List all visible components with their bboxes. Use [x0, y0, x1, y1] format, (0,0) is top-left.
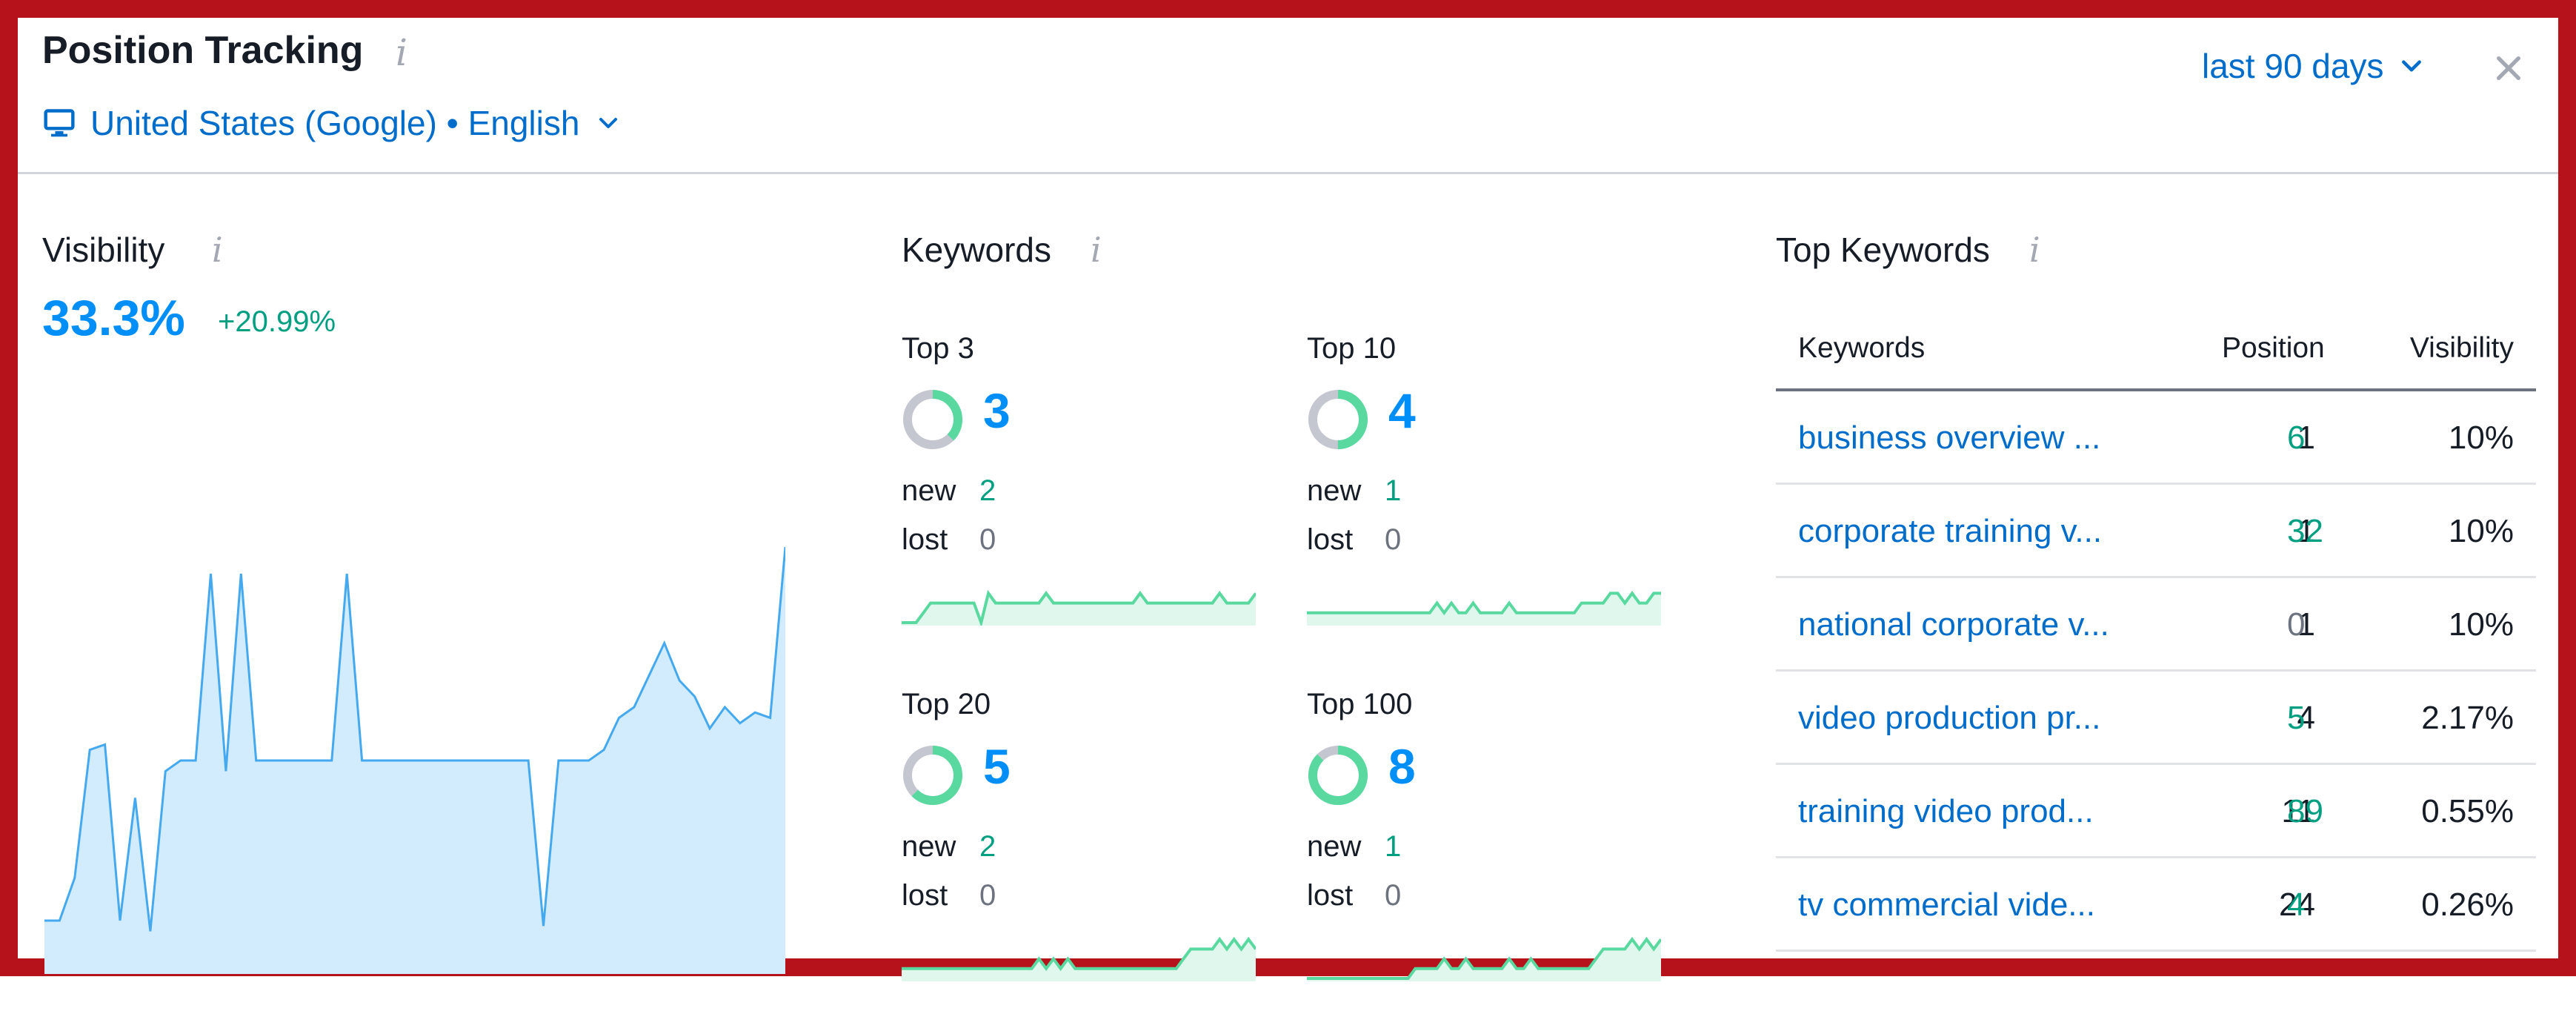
new-value: 1	[1385, 474, 1402, 507]
location-label: United States (Google) • English	[90, 104, 580, 142]
keyword-visibility: 0.26%	[2421, 887, 2514, 923]
table-row: corporate training v... 1 32 10%	[1776, 485, 2536, 578]
info-icon[interactable]: i	[212, 230, 223, 270]
new-label: new	[1307, 830, 1362, 863]
keyword-link[interactable]: video production pr...	[1798, 700, 2100, 737]
keyword-block-label: Top 20	[902, 688, 991, 720]
keyword-block-label: Top 10	[1307, 332, 1397, 365]
new-label: new	[902, 830, 956, 863]
keyword-visibility: 10%	[2448, 420, 2514, 456]
info-icon[interactable]: i	[2029, 230, 2040, 270]
keyword-visibility: 10%	[2448, 606, 2514, 643]
top-keywords-title: Top Keywords	[1776, 231, 1990, 269]
table-row: national corporate v... 1 0 10%	[1776, 578, 2536, 672]
donut-icon	[1308, 746, 1368, 805]
new-value: 1	[1385, 830, 1402, 863]
sparkline	[902, 589, 1256, 626]
lost-value: 0	[1385, 879, 1402, 912]
column-header-visibility[interactable]: Visibility	[2410, 332, 2514, 365]
table-header: Keywords Position Visibility	[1776, 322, 2536, 391]
column-header-position[interactable]: Position	[2222, 332, 2325, 365]
new-value: 2	[979, 830, 996, 863]
donut-icon	[903, 390, 962, 449]
lost-label: lost	[1307, 879, 1354, 912]
keyword-position-change: 32	[2287, 513, 2323, 549]
keyword-position-change: 89	[2287, 793, 2323, 829]
period-selector[interactable]: last 90 days	[2202, 46, 2423, 86]
keyword-position-change: 4	[2287, 887, 2306, 923]
table-row: training video prod... 11 89 0.55%	[1776, 765, 2536, 858]
widget-frame: Position Tracking i United States (Googl…	[0, 0, 2576, 981]
lost-label: lost	[902, 879, 948, 912]
sparkline	[902, 936, 1256, 981]
donut-icon	[1308, 390, 1368, 449]
visibility-chart[interactable]	[44, 440, 785, 974]
column-header-keywords[interactable]: Keywords	[1798, 332, 1925, 365]
keywords-title: Keywords	[902, 231, 1051, 269]
chevron-down-icon	[599, 118, 618, 128]
keyword-link[interactable]: training video prod...	[1798, 793, 2094, 830]
keyword-visibility: 2.17%	[2421, 700, 2514, 736]
sparkline	[1307, 591, 1661, 626]
lost-label: lost	[902, 523, 948, 556]
visibility-title: Visibility	[42, 231, 165, 269]
sparkline-area	[902, 593, 1256, 626]
keyword-visibility: 10%	[2448, 513, 2514, 549]
table-row: video production pr... 4 5 2.17%	[1776, 672, 2536, 765]
table-row: business overview ... 1 6 10%	[1776, 391, 2536, 485]
lost-value: 0	[979, 523, 996, 556]
keyword-link[interactable]: business overview ...	[1798, 420, 2100, 457]
widget-header: Position Tracking i United States (Googl…	[18, 18, 2558, 173]
lost-value: 0	[1385, 523, 1402, 556]
header-divider	[18, 172, 2558, 174]
location-selector[interactable]: United States (Google) • English	[43, 101, 619, 145]
new-label: new	[902, 474, 956, 507]
keyword-block-label: Top 3	[902, 332, 974, 365]
monitor-icon	[44, 109, 75, 137]
top-keywords-table: Keywords Position Visibility business ov…	[1776, 322, 2536, 952]
info-icon[interactable]: i	[1091, 230, 1102, 270]
widget-title: Position Tracking	[42, 29, 364, 72]
keyword-count: 5	[983, 739, 1011, 794]
keyword-block-top20[interactable]: Top 20 5 new 2 lost 0	[902, 688, 1272, 1014]
donut-fill	[1308, 746, 1368, 805]
visibility-delta: +20.99%	[218, 305, 336, 338]
period-label: last 90 days	[2202, 47, 2384, 85]
keyword-link[interactable]: tv commercial vide...	[1798, 887, 2095, 924]
donut-icon	[903, 746, 962, 805]
lost-label: lost	[1307, 523, 1354, 556]
new-value: 2	[979, 474, 996, 507]
table-row: tv commercial vide... 24 4 0.26%	[1776, 858, 2536, 952]
keyword-block-label: Top 100	[1307, 688, 1413, 720]
keyword-position-change: 0	[2287, 606, 2306, 643]
keyword-block-top100[interactable]: Top 100 8 new 1 lost 0	[1307, 688, 1677, 1014]
sparkline	[1307, 936, 1661, 981]
keyword-block-top3[interactable]: Top 3 3 new 2 lost 0	[902, 332, 1272, 658]
keyword-visibility: 0.55%	[2421, 793, 2514, 829]
chevron-down-icon	[2402, 60, 2422, 72]
keyword-count: 8	[1388, 739, 1416, 794]
keyword-count: 4	[1388, 383, 1416, 438]
sparkline-area	[902, 939, 1256, 981]
new-label: new	[1307, 474, 1362, 507]
keyword-block-top10[interactable]: Top 10 4 new 1 lost 0	[1307, 332, 1677, 658]
keyword-link[interactable]: national corporate v...	[1798, 606, 2109, 643]
keyword-position-change: 6	[2287, 420, 2306, 456]
close-icon[interactable]	[2494, 53, 2523, 83]
keyword-position-change: 5	[2287, 700, 2306, 736]
visibility-value: 33.3%	[42, 290, 185, 346]
keyword-link[interactable]: corporate training v...	[1798, 513, 2102, 550]
keyword-count: 3	[983, 383, 1011, 438]
info-icon[interactable]: i	[396, 31, 407, 74]
lost-value: 0	[979, 879, 996, 912]
sparkline-area	[1307, 939, 1661, 981]
